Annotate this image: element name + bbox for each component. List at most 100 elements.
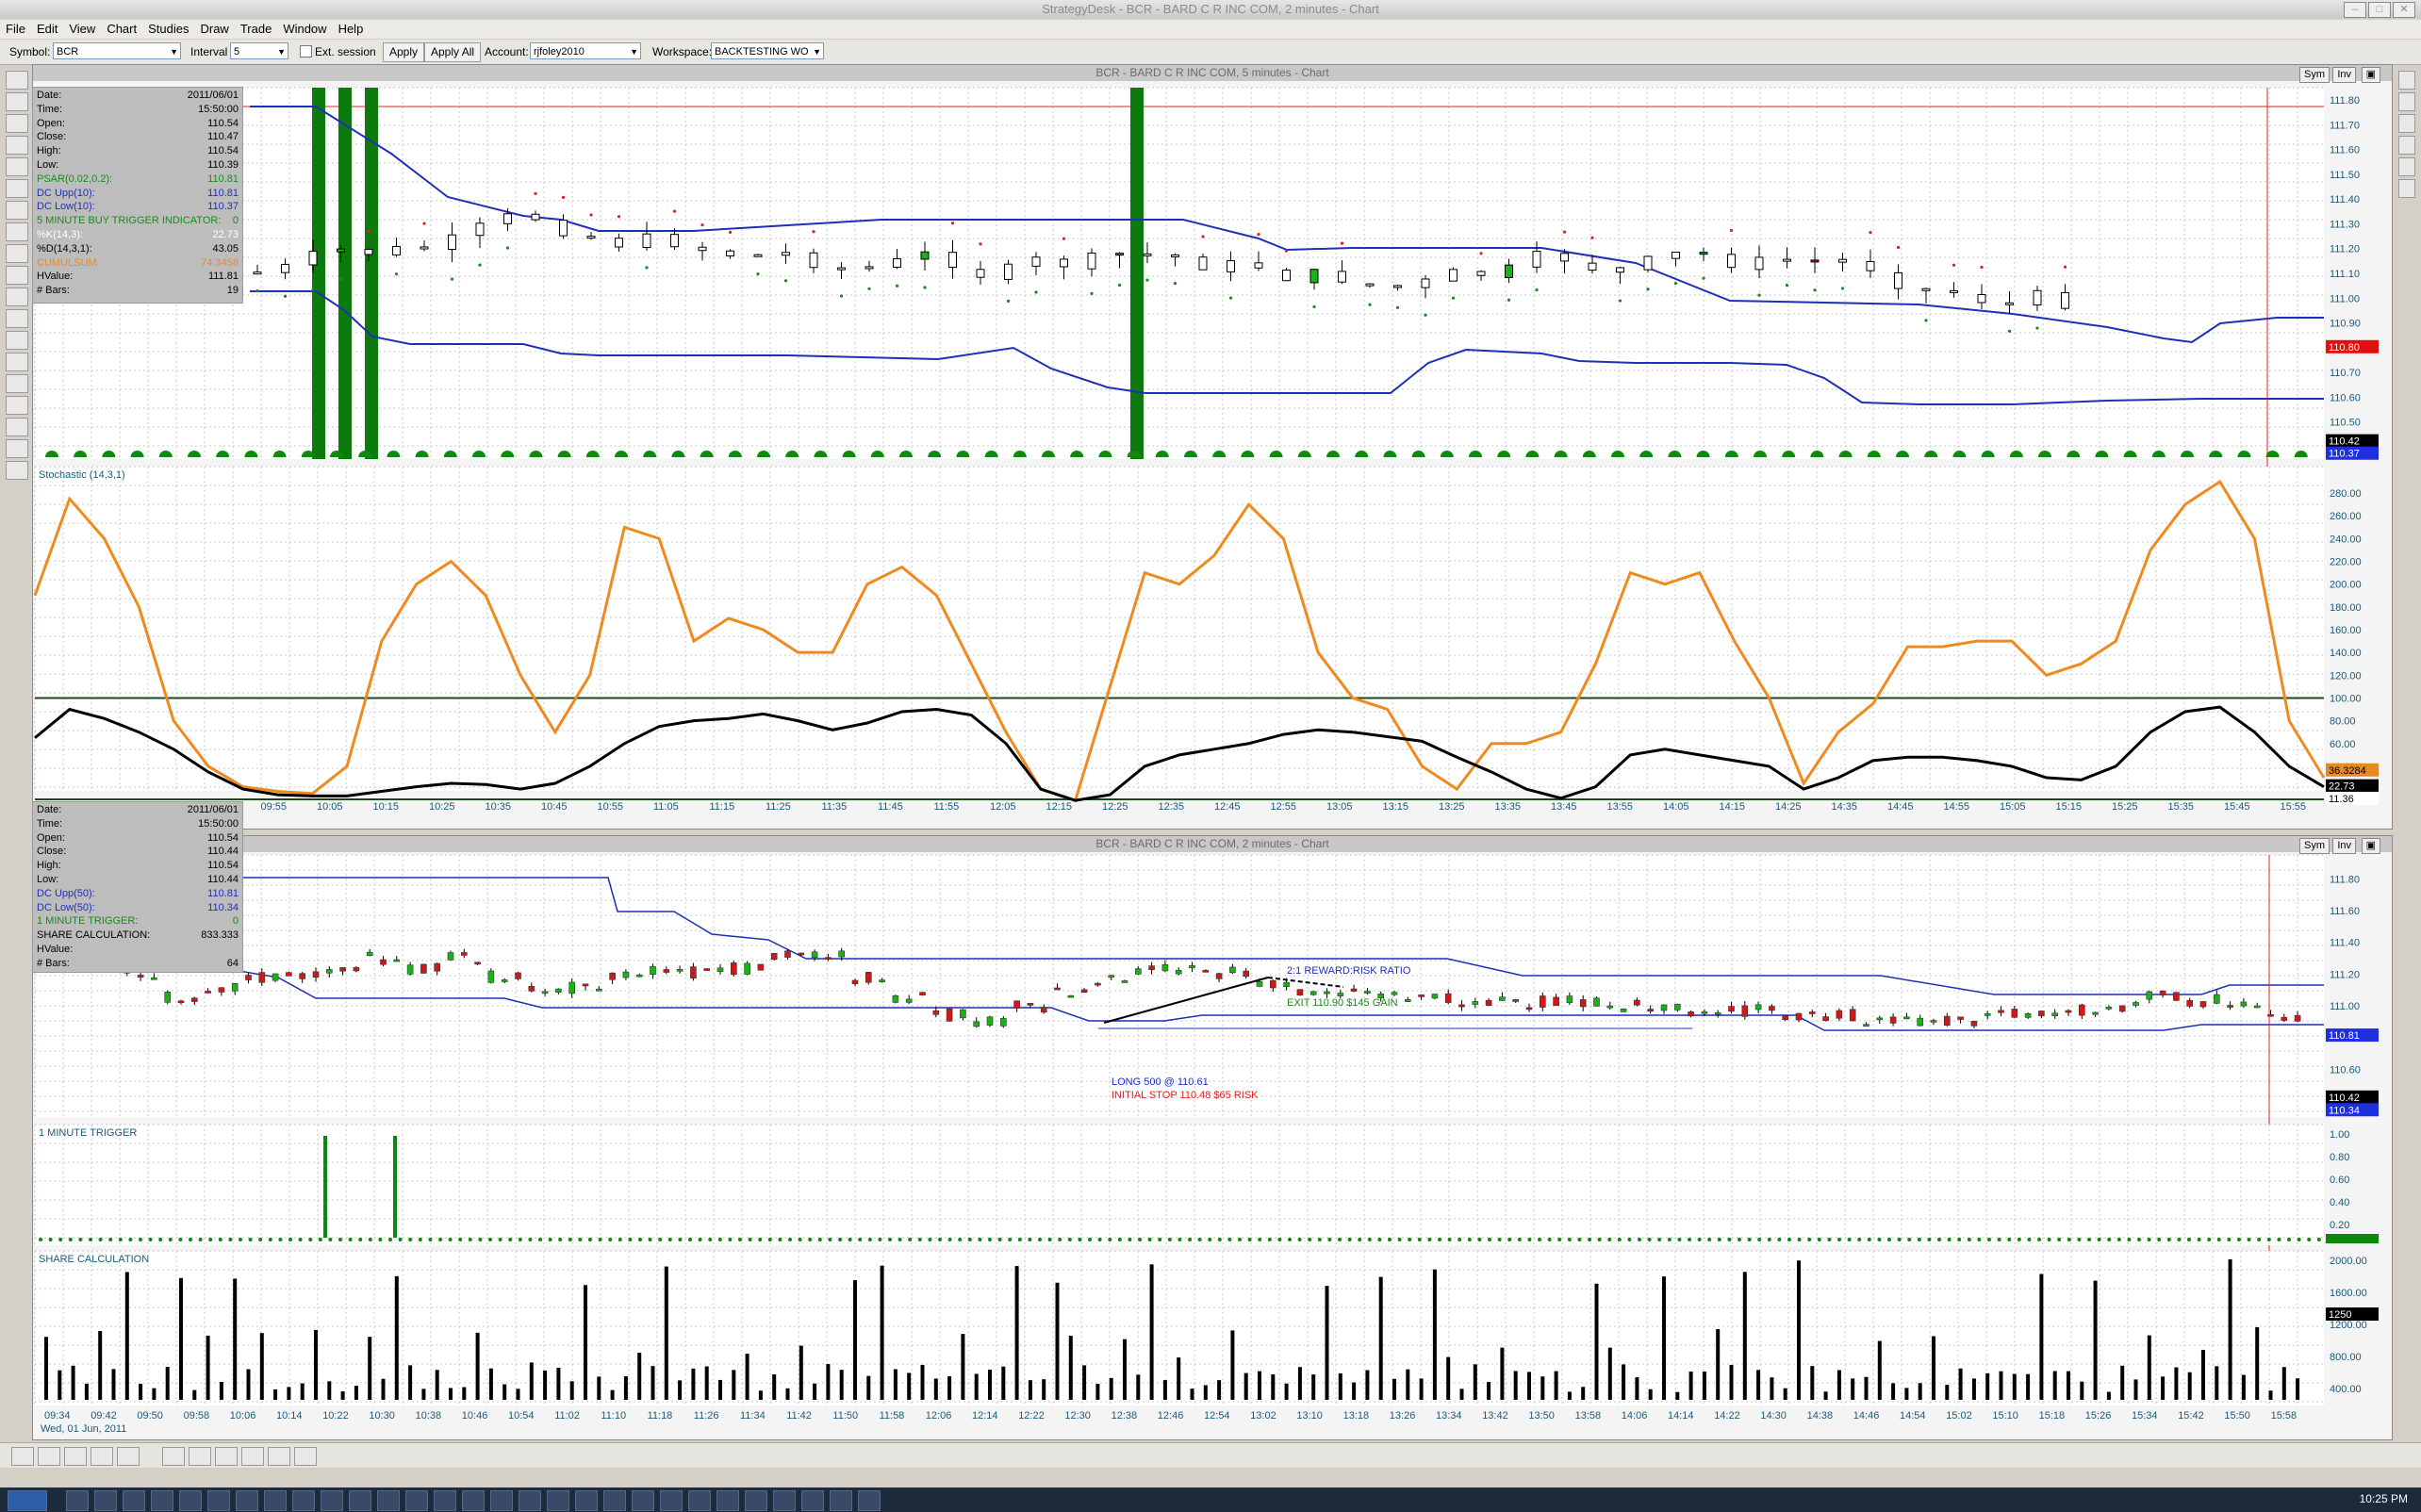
taskbar-app-icon[interactable] (207, 1490, 230, 1511)
taskbar-app-icon[interactable] (349, 1490, 371, 1511)
trigger-badge (2326, 1234, 2379, 1243)
taskbar-app-icon[interactable] (858, 1490, 881, 1511)
start-button[interactable] (8, 1490, 47, 1511)
scan-icon[interactable] (6, 266, 28, 285)
menu-help[interactable]: Help (333, 20, 370, 39)
apply-button[interactable]: Apply (383, 42, 425, 62)
trigger-dot (1677, 1238, 1682, 1241)
save-icon[interactable] (6, 92, 28, 111)
taskbar-app-icon[interactable] (716, 1490, 739, 1511)
print-icon[interactable] (6, 114, 28, 133)
positions-icon[interactable] (6, 309, 28, 328)
open-icon[interactable] (6, 71, 28, 90)
menu-view[interactable]: View (63, 20, 101, 39)
taskbar-app-icon[interactable] (490, 1490, 513, 1511)
candle-body (1431, 994, 1439, 999)
menu-draw[interactable]: Draw (194, 20, 234, 39)
search-icon[interactable] (6, 222, 28, 241)
menu-trade[interactable]: Trade (235, 20, 277, 39)
taskbar-app-icon[interactable] (547, 1490, 569, 1511)
study-icon[interactable] (2398, 179, 2415, 198)
taskbar-app-icon[interactable] (575, 1490, 598, 1511)
strategy-icon[interactable] (6, 374, 28, 393)
zoom-in-icon[interactable] (2398, 71, 2415, 90)
quote-icon[interactable] (6, 157, 28, 176)
trendline-icon[interactable] (189, 1447, 211, 1466)
share-bar (597, 1376, 601, 1400)
ext-session-checkbox[interactable] (300, 45, 312, 58)
pointer-icon[interactable] (162, 1447, 185, 1466)
apply-all-button[interactable]: Apply All (424, 42, 482, 62)
minimize-button[interactable]: – (2344, 2, 2366, 18)
save-icon[interactable] (64, 1447, 87, 1466)
taskbar-app-icon[interactable] (321, 1490, 343, 1511)
backtest-icon[interactable] (6, 396, 28, 415)
taskbar-app-icon[interactable] (264, 1490, 287, 1511)
menu-file[interactable]: File (0, 20, 31, 39)
workspace-combo[interactable]: BACKTESTING WO ▼ (711, 42, 824, 59)
text-icon[interactable] (294, 1447, 317, 1466)
taskbar-app-icon[interactable] (94, 1490, 117, 1511)
taskbar-app-icon[interactable] (123, 1490, 145, 1511)
taskbar-app-icon[interactable] (801, 1490, 824, 1511)
candle-body (2118, 1005, 2126, 1012)
zoom-icon[interactable] (11, 1447, 34, 1466)
taskbar-app-icon[interactable] (773, 1490, 796, 1511)
help-icon[interactable] (6, 461, 28, 480)
account-combo[interactable]: rjfoley2010 ▼ (530, 42, 641, 59)
history-icon[interactable] (6, 353, 28, 371)
taskbar-app-icon[interactable] (660, 1490, 683, 1511)
crosshair-icon[interactable] (2398, 157, 2415, 176)
price-chart-5min[interactable]: 111.80 111.70 111.60 111.50 111.40 111.30 111.… (33, 65, 2392, 829)
taskbar-app-icon[interactable] (377, 1490, 400, 1511)
taskbar-app-icon[interactable] (603, 1490, 626, 1511)
taskbar-app-icon[interactable] (405, 1490, 428, 1511)
psar-dot (1507, 298, 1511, 302)
watchlist-icon[interactable] (6, 288, 28, 306)
ray-icon[interactable] (215, 1447, 238, 1466)
menu-window[interactable]: Window (277, 20, 332, 39)
channel-icon[interactable] (241, 1447, 264, 1466)
menu-studies[interactable]: Studies (142, 20, 194, 39)
print-icon[interactable] (91, 1447, 113, 1466)
taskbar-app-icon[interactable] (632, 1490, 654, 1511)
time-axis-label: 12:22 (1018, 1410, 1045, 1422)
scale-icon[interactable] (2398, 114, 2415, 133)
globe-icon[interactable] (6, 418, 28, 436)
zoom-out-icon[interactable] (2398, 92, 2415, 111)
fibonacci-icon[interactable] (268, 1447, 290, 1466)
taskbar-app-icon[interactable] (66, 1490, 89, 1511)
taskbar-app-icon[interactable] (519, 1490, 541, 1511)
order-icon[interactable] (6, 179, 28, 198)
taskbar-app-icon[interactable] (462, 1490, 485, 1511)
taskbar-app-icon[interactable] (151, 1490, 173, 1511)
menu-edit[interactable]: Edit (31, 20, 63, 39)
candle-body (2065, 1010, 2072, 1013)
taskbar-app-icon[interactable] (434, 1490, 456, 1511)
info-key: 5 MINUTE BUY TRIGGER INDICATOR: (37, 215, 222, 227)
menu-chart[interactable]: Chart (101, 20, 142, 39)
alert-icon[interactable] (6, 201, 28, 220)
close-button[interactable]: ✕ (2393, 2, 2415, 18)
symbol-combo[interactable]: BCR ▼ (53, 42, 181, 59)
taskbar-app-icon[interactable] (745, 1490, 767, 1511)
share-bar (1688, 1371, 1693, 1400)
taskbar-app-icon[interactable] (688, 1490, 711, 1511)
maximize-button[interactable]: □ (2368, 2, 2391, 18)
stochastic-axis-label: 220.00 (2330, 557, 2362, 568)
taskbar-app-icon[interactable] (236, 1490, 258, 1511)
taskbar-app-icon[interactable] (830, 1490, 852, 1511)
log-scale-icon[interactable] (2398, 136, 2415, 155)
taskbar-app-icon[interactable] (292, 1490, 315, 1511)
news-icon[interactable] (6, 244, 28, 263)
settings-icon[interactable] (6, 439, 28, 458)
interval-label: Interval (190, 45, 228, 58)
taskbar-app-icon[interactable] (179, 1490, 202, 1511)
interval-combo[interactable]: 5 ▼ (230, 42, 288, 59)
copy-icon[interactable] (117, 1447, 140, 1466)
balances-icon[interactable] (6, 331, 28, 350)
pause-icon[interactable] (38, 1447, 60, 1466)
price-chart-2min[interactable]: 111.80111.60111.40111.20111.00110.80110.… (33, 836, 2392, 1439)
psar-dot (1173, 282, 1178, 286)
chart-icon[interactable] (6, 136, 28, 155)
